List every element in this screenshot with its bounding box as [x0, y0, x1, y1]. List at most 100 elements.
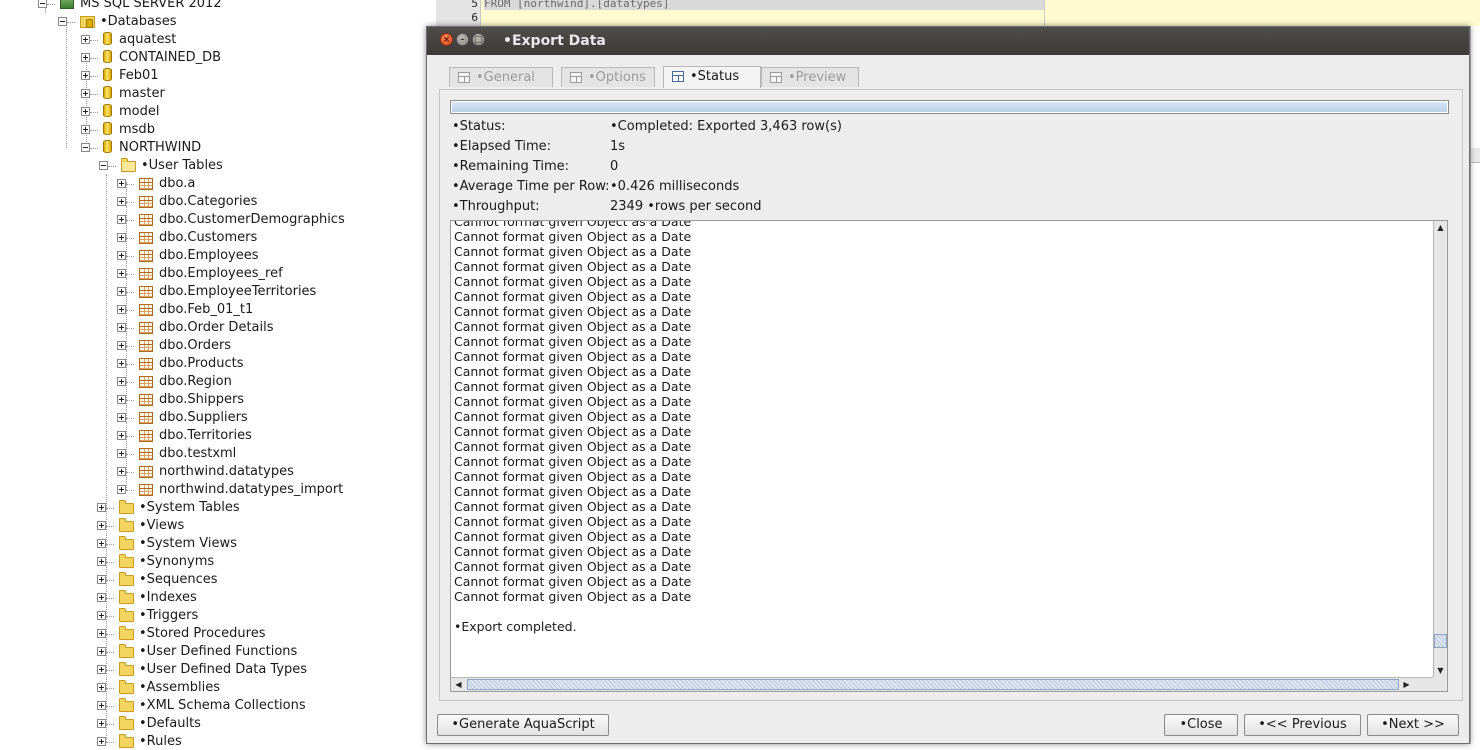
- tree-item-table[interactable]: dbo.testxml: [0, 445, 436, 463]
- tree-item-user-tables[interactable]: •User Tables: [0, 157, 436, 175]
- expand-icon[interactable]: [97, 737, 106, 746]
- expand-icon[interactable]: [117, 467, 126, 476]
- tree-item-table[interactable]: dbo.Products: [0, 355, 436, 373]
- tree-item-databases[interactable]: •Databases: [0, 13, 436, 31]
- tree-item-folder[interactable]: •Stored Procedures: [0, 625, 436, 643]
- tree-item-table[interactable]: dbo.EmployeeTerritories: [0, 283, 436, 301]
- horizontal-scroll-thumb[interactable]: [467, 679, 1399, 690]
- expand-icon[interactable]: [97, 647, 106, 656]
- tree-item-table[interactable]: dbo.CustomerDemographics: [0, 211, 436, 229]
- scroll-right-icon[interactable]: ▶: [1400, 678, 1413, 691]
- tree-item-table[interactable]: dbo.Employees_ref: [0, 265, 436, 283]
- expand-icon[interactable]: [117, 251, 126, 260]
- tree-item-database[interactable]: master: [0, 85, 436, 103]
- expand-icon[interactable]: [81, 107, 90, 116]
- tree-item-table[interactable]: northwind.datatypes_import: [0, 481, 436, 499]
- tab-preview[interactable]: •Preview: [761, 67, 859, 87]
- dialog-titlebar[interactable]: × – □ •Export Data: [427, 27, 1469, 55]
- expand-icon[interactable]: [97, 593, 106, 602]
- expand-icon[interactable]: [97, 557, 106, 566]
- tree-item-table[interactable]: dbo.Customers: [0, 229, 436, 247]
- close-window-icon[interactable]: ×: [440, 33, 453, 46]
- tree-item-folder[interactable]: •Indexes: [0, 589, 436, 607]
- expand-icon[interactable]: [117, 215, 126, 224]
- collapse-icon[interactable]: [38, 0, 47, 8]
- tree-item-database[interactable]: Feb01: [0, 67, 436, 85]
- expand-icon[interactable]: [117, 413, 126, 422]
- expand-icon[interactable]: [97, 719, 106, 728]
- expand-icon[interactable]: [97, 575, 106, 584]
- expand-icon[interactable]: [81, 125, 90, 134]
- expand-icon[interactable]: [117, 233, 126, 242]
- expand-icon[interactable]: [81, 89, 90, 98]
- tree-item-table[interactable]: dbo.Suppliers: [0, 409, 436, 427]
- tree-item-database[interactable]: aquatest: [0, 31, 436, 49]
- expand-icon[interactable]: [97, 503, 106, 512]
- vertical-scroll-thumb[interactable]: [1434, 634, 1447, 648]
- expand-icon[interactable]: [117, 269, 126, 278]
- tab-options[interactable]: •Options: [561, 67, 655, 87]
- expand-icon[interactable]: [117, 179, 126, 188]
- tree-item-table[interactable]: dbo.Orders: [0, 337, 436, 355]
- expand-icon[interactable]: [117, 323, 126, 332]
- tab-status[interactable]: •Status: [663, 66, 761, 88]
- log-vertical-scrollbar[interactable]: ▲ ▼: [1433, 221, 1447, 677]
- expand-icon[interactable]: [117, 287, 126, 296]
- tree-item-folder[interactable]: •Views: [0, 517, 436, 535]
- expand-icon[interactable]: [97, 629, 106, 638]
- tree-item-table[interactable]: dbo.a: [0, 175, 436, 193]
- tree-item-folder[interactable]: •Sequences: [0, 571, 436, 589]
- next-button[interactable]: •Next >>: [1367, 714, 1459, 736]
- minimize-window-icon[interactable]: –: [456, 33, 469, 46]
- code-line[interactable]: FROM [northwind].[datatypes]: [484, 0, 1044, 10]
- scroll-left-icon[interactable]: ◀: [452, 678, 465, 691]
- expand-icon[interactable]: [81, 71, 90, 80]
- expand-icon[interactable]: [117, 485, 126, 494]
- tree-item-table[interactable]: dbo.Feb_01_t1: [0, 301, 436, 319]
- tree-item-table[interactable]: dbo.Region: [0, 373, 436, 391]
- collapse-icon[interactable]: [81, 143, 90, 152]
- export-log-area[interactable]: Cannot format given Object as a Date Cann…: [450, 220, 1448, 692]
- tree-item-database[interactable]: CONTAINED_DB: [0, 49, 436, 67]
- expand-icon[interactable]: [81, 53, 90, 62]
- expand-icon[interactable]: [117, 449, 126, 458]
- tree-item-database[interactable]: NORTHWIND: [0, 139, 436, 157]
- tree-item-folder[interactable]: •Assemblies: [0, 679, 436, 697]
- tree-item-table[interactable]: northwind.datatypes: [0, 463, 436, 481]
- maximize-window-icon[interactable]: □: [472, 33, 485, 46]
- expand-icon[interactable]: [97, 611, 106, 620]
- tree-item-folder[interactable]: •System Tables: [0, 499, 436, 517]
- previous-button[interactable]: •<< Previous: [1244, 714, 1361, 736]
- expand-icon[interactable]: [97, 701, 106, 710]
- collapse-icon[interactable]: [58, 17, 67, 26]
- log-horizontal-scrollbar[interactable]: ◀ ▶: [451, 677, 1435, 691]
- expand-icon[interactable]: [117, 377, 126, 386]
- tree-item-folder[interactable]: •Triggers: [0, 607, 436, 625]
- tree-item-table[interactable]: dbo.Territories: [0, 427, 436, 445]
- generate-aquascript-button[interactable]: •Generate AquaScript: [437, 714, 609, 736]
- tree-item-table[interactable]: dbo.Order Details: [0, 319, 436, 337]
- tree-item-folder[interactable]: •User Defined Data Types: [0, 661, 436, 679]
- tree-item-folder[interactable]: •User Defined Functions: [0, 643, 436, 661]
- expand-icon[interactable]: [97, 521, 106, 530]
- close-button[interactable]: •Close: [1164, 714, 1238, 736]
- expand-icon[interactable]: [117, 431, 126, 440]
- scroll-down-icon[interactable]: ▼: [1435, 664, 1446, 677]
- expand-icon[interactable]: [117, 305, 126, 314]
- tree-item-database[interactable]: model: [0, 103, 436, 121]
- tree-item-table[interactable]: dbo.Categories: [0, 193, 436, 211]
- expand-icon[interactable]: [97, 683, 106, 692]
- tree-item-folder[interactable]: •Synonyms: [0, 553, 436, 571]
- expand-icon[interactable]: [117, 395, 126, 404]
- expand-icon[interactable]: [117, 341, 126, 350]
- tree-item-database[interactable]: msdb: [0, 121, 436, 139]
- tree-item-table[interactable]: dbo.Shippers: [0, 391, 436, 409]
- expand-icon[interactable]: [97, 665, 106, 674]
- tree-item-folder[interactable]: •XML Schema Collections: [0, 697, 436, 715]
- tab-general[interactable]: •General: [449, 67, 553, 87]
- tree-item-folder[interactable]: •Defaults: [0, 715, 436, 733]
- expand-icon[interactable]: [117, 197, 126, 206]
- tree-item-server[interactable]: MS SQL SERVER 2012: [0, 0, 436, 13]
- expand-icon[interactable]: [97, 539, 106, 548]
- scroll-up-icon[interactable]: ▲: [1435, 221, 1446, 234]
